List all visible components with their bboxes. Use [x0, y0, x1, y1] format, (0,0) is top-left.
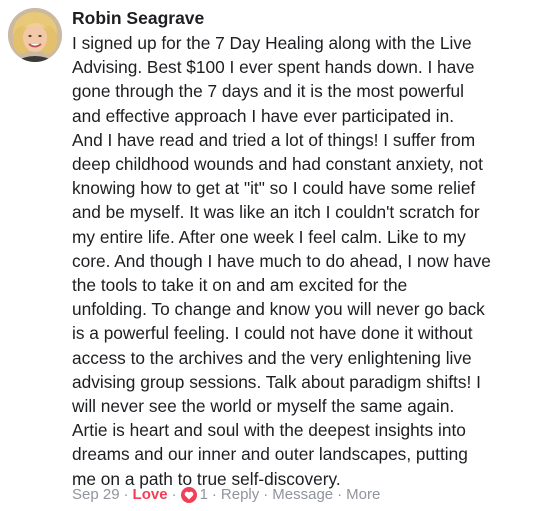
comment-actions: Sep 29 · Love · 1 · Reply · Message · Mo…	[72, 484, 380, 506]
reply-button[interactable]: Reply	[221, 484, 259, 506]
separator: ·	[263, 486, 269, 503]
comment-line: And I have read and tried a lot of thing…	[72, 129, 476, 150]
heart-icon	[180, 487, 197, 503]
comment-line: and be myself. It was like an itch I cou…	[72, 202, 480, 223]
comment-line: will never see the world or myself the s…	[72, 396, 455, 417]
comment-line: the tools to take it on and am excited f…	[72, 275, 408, 296]
comment-line: I signed up for the 7 Day Healing along …	[72, 33, 472, 53]
timestamp-link[interactable]: Sep 29	[72, 484, 120, 506]
reaction-summary[interactable]: 1	[180, 484, 208, 506]
comment-line: access to the archives and the very enli…	[72, 347, 472, 368]
separator: ·	[211, 486, 217, 503]
comment-line: deep childhood wounds and had constant a…	[72, 154, 483, 175]
message-button[interactable]: Message	[272, 484, 333, 506]
separator: ·	[123, 486, 129, 503]
profile-photo	[8, 8, 62, 62]
more-button[interactable]: More	[346, 484, 380, 506]
comment-line: my entire life. After one week I feel ca…	[72, 226, 466, 247]
comment-text: I signed up for the 7 Day Healing along …	[72, 31, 534, 491]
comment: Robin Seagrave I signed up for the 7 Day…	[0, 0, 539, 511]
comment-line: dreams and our inner and outer landscape…	[72, 444, 468, 465]
reaction-count: 1	[199, 486, 208, 503]
comment-line: is a powerful feeling. I could not have …	[72, 323, 473, 344]
comment-line: Advising. Best $100 I ever spent hands d…	[72, 57, 475, 78]
love-button[interactable]: Love	[133, 484, 168, 506]
comment-line: gone through the 7 days and it is the mo…	[72, 81, 464, 102]
comment-line: unfolding. To change and know you will n…	[72, 299, 485, 320]
comment-line: and effective approach I have ever parti…	[72, 105, 455, 126]
author-name[interactable]: Robin Seagrave	[72, 6, 204, 30]
comment-line: advising group sessions. Talk about para…	[72, 371, 481, 392]
comment-line: knowing how to get at "it" so I could ha…	[72, 178, 476, 199]
separator: ·	[171, 486, 177, 503]
comment-line: Artie is heart and soul with the deepest…	[72, 420, 466, 441]
separator: ·	[337, 486, 343, 503]
comment-line: core. And though I have much to do ahead…	[72, 250, 491, 271]
avatar[interactable]	[8, 8, 62, 62]
